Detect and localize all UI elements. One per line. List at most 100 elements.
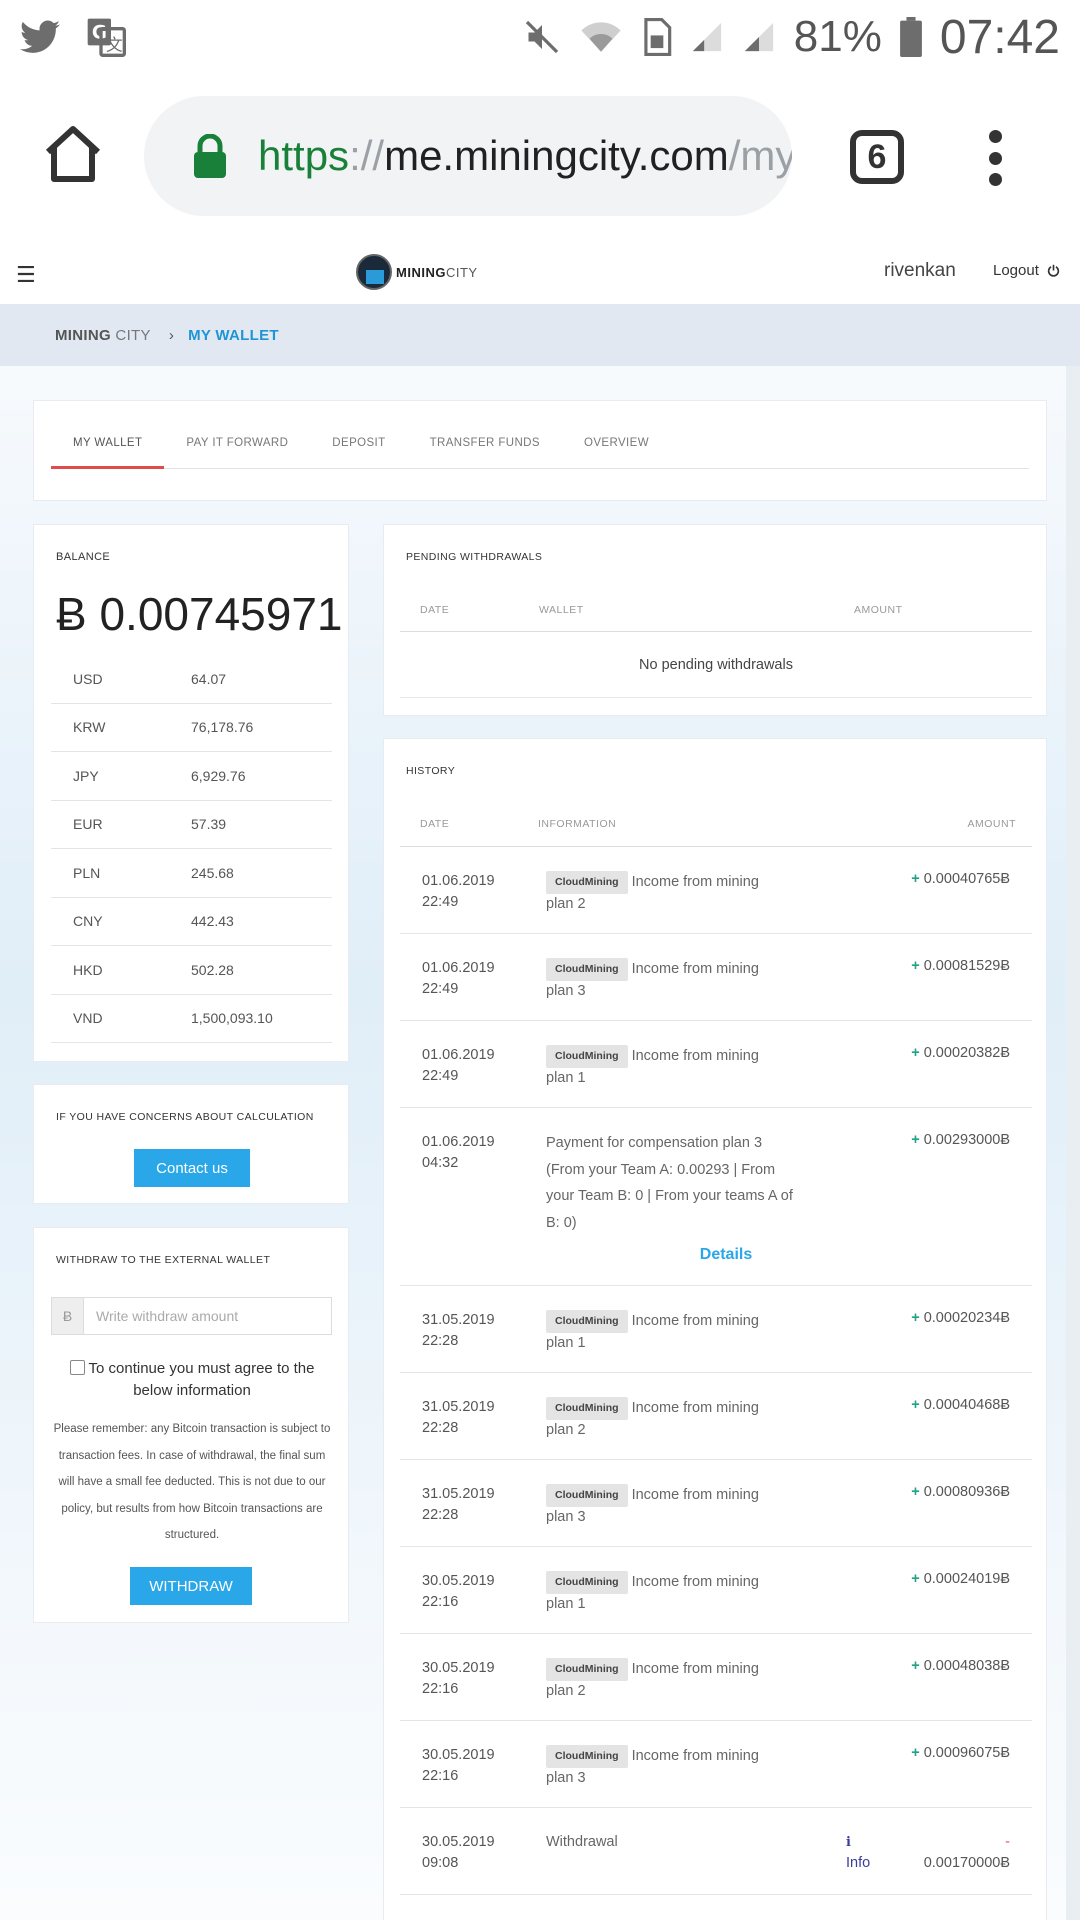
withdraw-amount-group: Ƀ bbox=[51, 1297, 332, 1335]
tab-pay-it-forward[interactable]: PAY IT FORWARD bbox=[164, 433, 310, 469]
history-title: HISTORY bbox=[406, 765, 456, 777]
currency-code: JPY bbox=[73, 767, 99, 784]
history-row: 01.06.2019 22:49 CloudMining Income from m… bbox=[400, 934, 1032, 1021]
currency-table: USD 64.07 KRW 76,178.76 JPY 6,929.76 EUR 57.… bbox=[51, 655, 332, 1043]
pending-col-date: DATE bbox=[420, 604, 450, 616]
pending-col-amount: AMOUNT bbox=[854, 604, 903, 616]
info-icon: i bbox=[846, 1835, 851, 1850]
cloudmining-badge: CloudMining bbox=[546, 871, 628, 894]
currency-value: 245.68 bbox=[191, 864, 234, 881]
logo-text-light: CITY bbox=[445, 264, 478, 280]
contact-us-button[interactable]: Contact us bbox=[134, 1149, 250, 1187]
history-row: 01.06.2019 04:32 Payment for compensation… bbox=[400, 1108, 1032, 1286]
lock-icon bbox=[194, 134, 226, 178]
currency-code: PLN bbox=[73, 864, 101, 881]
overflow-menu-button[interactable] bbox=[985, 130, 1005, 186]
history-row: 30.05.2019 22:16 CloudMining Income from m… bbox=[400, 1547, 1032, 1634]
site-logo[interactable]: MININGCITY bbox=[356, 254, 478, 290]
history-row: 30.05.2019 22:16 CloudMining Income from m… bbox=[400, 1634, 1032, 1721]
history-col-date: DATE bbox=[420, 818, 450, 830]
tab-deposit[interactable]: DEPOSIT bbox=[310, 433, 407, 469]
breadcrumb: MINING CITY › MY WALLET bbox=[0, 304, 1080, 366]
agree-row: To continue you must agree to the below … bbox=[54, 1358, 330, 1402]
tab-overview[interactable]: OVERVIEW bbox=[562, 433, 671, 469]
wallet-tabs-card: MY WALLET PAY IT FORWARD DEPOSIT TRANSFE… bbox=[33, 400, 1047, 501]
breadcrumb-current: MY WALLET bbox=[188, 326, 279, 344]
history-row: 30.05.2019 09:08 Withdrawal i Info -0.0017… bbox=[400, 1808, 1032, 1895]
cloudmining-badge: CloudMining bbox=[546, 958, 628, 981]
currency-row: VND 1,500,093.10 bbox=[51, 995, 332, 1043]
status-bar: G文 81% 07:42 bbox=[0, 0, 1080, 74]
logout-label: Logout bbox=[993, 262, 1039, 279]
history-row: 01.06.2019 22:49 CloudMining Income from m… bbox=[400, 1021, 1032, 1108]
currency-value: 57.39 bbox=[191, 816, 227, 833]
pending-empty-message: No pending withdrawals bbox=[639, 657, 793, 673]
withdraw-notice: Please remember: any Bitcoin transaction… bbox=[53, 1423, 331, 1541]
currency-value: 442.43 bbox=[191, 913, 234, 930]
cloudmining-badge: CloudMining bbox=[546, 1658, 628, 1681]
agree-checkbox[interactable] bbox=[69, 1360, 85, 1375]
agree-label: To continue you must agree to the below … bbox=[88, 1360, 315, 1399]
concerns-card: IF YOU HAVE CONCERNS ABOUT CALCULATION C… bbox=[33, 1084, 349, 1204]
balance-amount: Ƀ 0.00745971 bbox=[56, 588, 343, 640]
signal-2-icon bbox=[744, 22, 773, 52]
logo-text-bold: MINING bbox=[396, 264, 446, 280]
tab-switcher-button[interactable]: 6 bbox=[850, 130, 904, 184]
bitcoin-prefix-icon: Ƀ bbox=[52, 1298, 84, 1334]
currency-row: CNY 442.43 bbox=[51, 898, 332, 946]
breadcrumb-separator: › bbox=[168, 326, 175, 344]
address-bar[interactable]: https://me.miningcity.com/my bbox=[144, 96, 792, 216]
currency-value: 76,178.76 bbox=[191, 719, 254, 736]
tab-transfer-funds[interactable]: TRANSFER FUNDS bbox=[408, 433, 562, 469]
history-row: 01.06.2019 22:49 CloudMining Income from m… bbox=[400, 847, 1032, 934]
hamburger-menu-icon[interactable]: ☰ bbox=[16, 262, 36, 288]
currency-row: HKD 502.28 bbox=[51, 946, 332, 995]
clock: 07:42 bbox=[939, 10, 1060, 64]
pending-title: PENDING WITHDRAWALS bbox=[406, 551, 543, 563]
balance-card: BALANCE Ƀ 0.00745971 USD 64.07 KRW 76,178.… bbox=[33, 524, 349, 1062]
tab-bar: MY WALLET PAY IT FORWARD DEPOSIT TRANSFE… bbox=[51, 433, 1029, 469]
details-link[interactable]: Details bbox=[400, 1246, 1032, 1264]
currency-row: EUR 57.39 bbox=[51, 801, 332, 849]
withdraw-card: WITHDRAW TO THE EXTERNAL WALLET Ƀ To con… bbox=[33, 1227, 349, 1623]
withdraw-title: WITHDRAW TO THE EXTERNAL WALLET bbox=[56, 1254, 271, 1266]
currency-row: JPY 6,929.76 bbox=[51, 752, 332, 801]
logout-button[interactable]: Logout bbox=[993, 262, 1060, 279]
withdraw-amount-input[interactable] bbox=[84, 1298, 331, 1334]
twitter-icon bbox=[20, 20, 60, 53]
currency-code: CNY bbox=[73, 913, 103, 930]
currency-value: 1,500,093.10 bbox=[191, 1010, 273, 1027]
info-link[interactable]: i Info bbox=[846, 1832, 870, 1874]
browser-toolbar: https://me.miningcity.com/my 6 bbox=[0, 74, 1080, 240]
cloudmining-badge: CloudMining bbox=[546, 1745, 628, 1768]
history-row: 31.05.2019 22:28 CloudMining Income from m… bbox=[400, 1460, 1032, 1547]
cloudmining-badge: CloudMining bbox=[546, 1310, 628, 1333]
home-icon bbox=[45, 126, 101, 182]
history-card: HISTORY DATE INFORMATION AMOUNT 01.06.20… bbox=[383, 738, 1047, 1920]
battery-icon bbox=[899, 17, 922, 57]
site-header: ☰ MININGCITY rivenkan Logout bbox=[0, 240, 1080, 304]
concerns-title: IF YOU HAVE CONCERNS ABOUT CALCULATION bbox=[56, 1111, 314, 1123]
currency-code: VND bbox=[73, 1010, 103, 1027]
pending-col-wallet: WALLET bbox=[539, 604, 584, 616]
cloudmining-badge: CloudMining bbox=[546, 1045, 628, 1068]
currency-row: PLN 245.68 bbox=[51, 849, 332, 898]
balance-title: BALANCE bbox=[56, 551, 111, 563]
history-row: 31.05.2019 22:28 CloudMining Income from m… bbox=[400, 1286, 1032, 1373]
pending-withdrawals-card: PENDING WITHDRAWALS DATE WALLET AMOUNT N… bbox=[383, 524, 1047, 716]
currency-value: 502.28 bbox=[191, 961, 234, 978]
battery-percent: 81% bbox=[793, 12, 882, 61]
cloudmining-badge: CloudMining bbox=[546, 1571, 628, 1594]
currency-row: USD 64.07 bbox=[51, 655, 332, 704]
currency-value: 64.07 bbox=[191, 670, 227, 687]
breadcrumb-root[interactable]: MINING CITY bbox=[55, 327, 151, 344]
tab-my-wallet[interactable]: MY WALLET bbox=[51, 433, 165, 469]
sim-icon bbox=[644, 18, 672, 56]
mute-icon bbox=[525, 20, 558, 54]
home-button[interactable] bbox=[42, 124, 104, 184]
cloudmining-badge: CloudMining bbox=[546, 1397, 628, 1420]
withdraw-button[interactable]: WITHDRAW bbox=[130, 1567, 252, 1605]
history-col-information: INFORMATION bbox=[538, 818, 617, 830]
username[interactable]: rivenkan bbox=[884, 260, 956, 282]
cloudmining-badge: CloudMining bbox=[546, 1484, 628, 1507]
